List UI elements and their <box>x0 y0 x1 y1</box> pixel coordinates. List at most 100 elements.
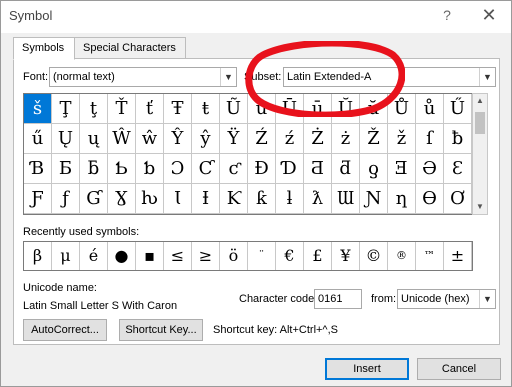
symbol-cell[interactable]: ŧ <box>192 94 220 124</box>
symbol-cell[interactable]: ů <box>416 94 444 124</box>
symbol-cell[interactable]: Ů <box>388 94 416 124</box>
symbol-cell[interactable]: Ŷ <box>164 124 192 154</box>
symbol-cell[interactable]: ſ <box>416 124 444 154</box>
symbol-cell[interactable]: ƞ <box>388 184 416 214</box>
symbol-cell[interactable]: Ŭ <box>332 94 360 124</box>
symbol-cell[interactable]: Ű <box>444 94 472 124</box>
symbol-dialog: Symbol ? ✕ Symbols Special Characters Fo… <box>0 0 512 387</box>
symbol-cell[interactable]: Ƈ <box>192 154 220 184</box>
cancel-button[interactable]: Cancel <box>417 358 501 380</box>
character-code-input[interactable]: 0161 <box>314 289 362 309</box>
symbol-cell[interactable]: Ɩ <box>164 184 192 214</box>
symbol-cell[interactable]: ƍ <box>360 154 388 184</box>
symbol-cell[interactable]: ų <box>80 124 108 154</box>
recent-symbol-cell[interactable]: ¥ <box>332 242 360 270</box>
symbol-cell[interactable]: Ŧ <box>164 94 192 124</box>
symbol-grid-scrollbar[interactable]: ▲ ▼ <box>472 93 488 215</box>
symbol-cell[interactable]: Ÿ <box>220 124 248 154</box>
symbol-cell[interactable]: Ţ <box>52 94 80 124</box>
chevron-down-icon[interactable]: ▼ <box>479 68 495 86</box>
symbol-cell[interactable]: ż <box>332 124 360 154</box>
symbol-cell[interactable]: Ť <box>108 94 136 124</box>
symbol-cell[interactable]: Ż <box>304 124 332 154</box>
symbol-cell[interactable]: ž <box>388 124 416 154</box>
recent-symbol-cell[interactable]: ≤ <box>164 242 192 270</box>
symbol-cell[interactable]: ƛ <box>304 184 332 214</box>
recent-symbol-cell[interactable]: β <box>24 242 52 270</box>
tab-special-characters[interactable]: Special Characters <box>74 37 186 59</box>
symbol-cell[interactable]: ź <box>276 124 304 154</box>
recent-symbol-cell[interactable]: μ <box>52 242 80 270</box>
symbol-cell[interactable]: Ƌ <box>304 154 332 184</box>
recent-symbol-cell[interactable]: ± <box>444 242 472 270</box>
tab-symbols[interactable]: Symbols <box>13 37 75 60</box>
symbol-cell[interactable]: š <box>24 94 52 124</box>
symbol-cell[interactable]: Ũ <box>220 94 248 124</box>
symbol-cell[interactable]: ƕ <box>136 184 164 214</box>
symbol-cell[interactable]: Ɛ <box>444 154 472 184</box>
symbol-cell[interactable]: Ź <box>248 124 276 154</box>
recent-symbol-cell[interactable]: é <box>80 242 108 270</box>
symbol-cell[interactable]: ţ <box>80 94 108 124</box>
symbol-cell[interactable]: ƈ <box>220 154 248 184</box>
symbol-cell[interactable]: Ū <box>276 94 304 124</box>
recent-symbol-cell[interactable]: £ <box>304 242 332 270</box>
symbol-cell[interactable]: Ƙ <box>220 184 248 214</box>
insert-button[interactable]: Insert <box>325 358 409 380</box>
symbol-cell[interactable]: ť <box>136 94 164 124</box>
symbol-cell[interactable]: Ƒ <box>24 184 52 214</box>
font-dropdown[interactable]: (normal text) ▼ <box>49 67 237 87</box>
symbol-cell[interactable]: Ɖ <box>248 154 276 184</box>
scroll-up-icon[interactable]: ▲ <box>473 94 487 108</box>
symbol-cell[interactable]: Ɲ <box>360 184 388 214</box>
chevron-down-icon[interactable]: ▼ <box>479 290 495 308</box>
symbol-cell[interactable]: Ų <box>52 124 80 154</box>
recent-symbol-cell[interactable]: ö <box>220 242 248 270</box>
subset-dropdown[interactable]: Latin Extended-A ▼ <box>283 67 496 87</box>
recent-symbol-cell[interactable]: ▪ <box>136 242 164 270</box>
symbol-cell[interactable]: ū <box>304 94 332 124</box>
shortcut-key-button[interactable]: Shortcut Key... <box>119 319 203 341</box>
recent-symbol-cell[interactable]: ® <box>388 242 416 270</box>
symbol-cell[interactable]: ŵ <box>136 124 164 154</box>
symbol-cell[interactable]: Ɠ <box>80 184 108 214</box>
symbol-cell[interactable]: ƃ <box>80 154 108 184</box>
close-button[interactable]: ✕ <box>479 5 499 25</box>
symbol-cell[interactable]: ƒ <box>52 184 80 214</box>
symbol-cell[interactable]: Ɨ <box>192 184 220 214</box>
symbol-cell[interactable]: Ŵ <box>108 124 136 154</box>
symbol-cell[interactable]: Ƃ <box>52 154 80 184</box>
symbol-cell[interactable]: Ə <box>416 154 444 184</box>
recent-symbol-cell[interactable]: © <box>360 242 388 270</box>
symbol-cell[interactable]: Ɯ <box>332 184 360 214</box>
chevron-down-icon[interactable]: ▼ <box>220 68 236 86</box>
symbol-cell[interactable]: ƙ <box>248 184 276 214</box>
symbol-cell[interactable]: Ƅ <box>108 154 136 184</box>
symbol-cell[interactable]: ƀ <box>444 124 472 154</box>
symbol-cell[interactable]: ƚ <box>276 184 304 214</box>
symbol-cell[interactable]: ű <box>24 124 52 154</box>
recent-symbol-cell[interactable]: € <box>276 242 304 270</box>
scrollbar-thumb[interactable] <box>475 112 485 134</box>
symbol-cell[interactable]: ŷ <box>192 124 220 154</box>
symbol-cell[interactable]: Ž <box>360 124 388 154</box>
recent-symbol-cell[interactable]: ™ <box>416 242 444 270</box>
symbol-cell[interactable]: Ɵ <box>416 184 444 214</box>
scroll-down-icon[interactable]: ▼ <box>473 200 487 214</box>
symbol-cell[interactable]: ŭ <box>360 94 388 124</box>
recent-symbol-cell[interactable]: ¨ <box>248 242 276 270</box>
symbol-cell[interactable]: Ơ <box>444 184 472 214</box>
symbol-cell[interactable]: ƌ <box>332 154 360 184</box>
help-button[interactable]: ? <box>439 5 455 25</box>
recent-symbol-cell[interactable]: ≥ <box>192 242 220 270</box>
symbol-cell[interactable]: Ɔ <box>164 154 192 184</box>
autocorrect-button[interactable]: AutoCorrect... <box>23 319 107 341</box>
symbol-cell[interactable]: ũ <box>248 94 276 124</box>
symbol-cell[interactable]: Ɓ <box>24 154 52 184</box>
symbol-cell[interactable]: Ɣ <box>108 184 136 214</box>
symbol-cell[interactable]: ƅ <box>136 154 164 184</box>
symbol-cell[interactable]: Ǝ <box>388 154 416 184</box>
recent-symbol-cell[interactable]: ● <box>108 242 136 270</box>
from-dropdown[interactable]: Unicode (hex) ▼ <box>397 289 496 309</box>
symbol-cell[interactable]: Ɗ <box>276 154 304 184</box>
